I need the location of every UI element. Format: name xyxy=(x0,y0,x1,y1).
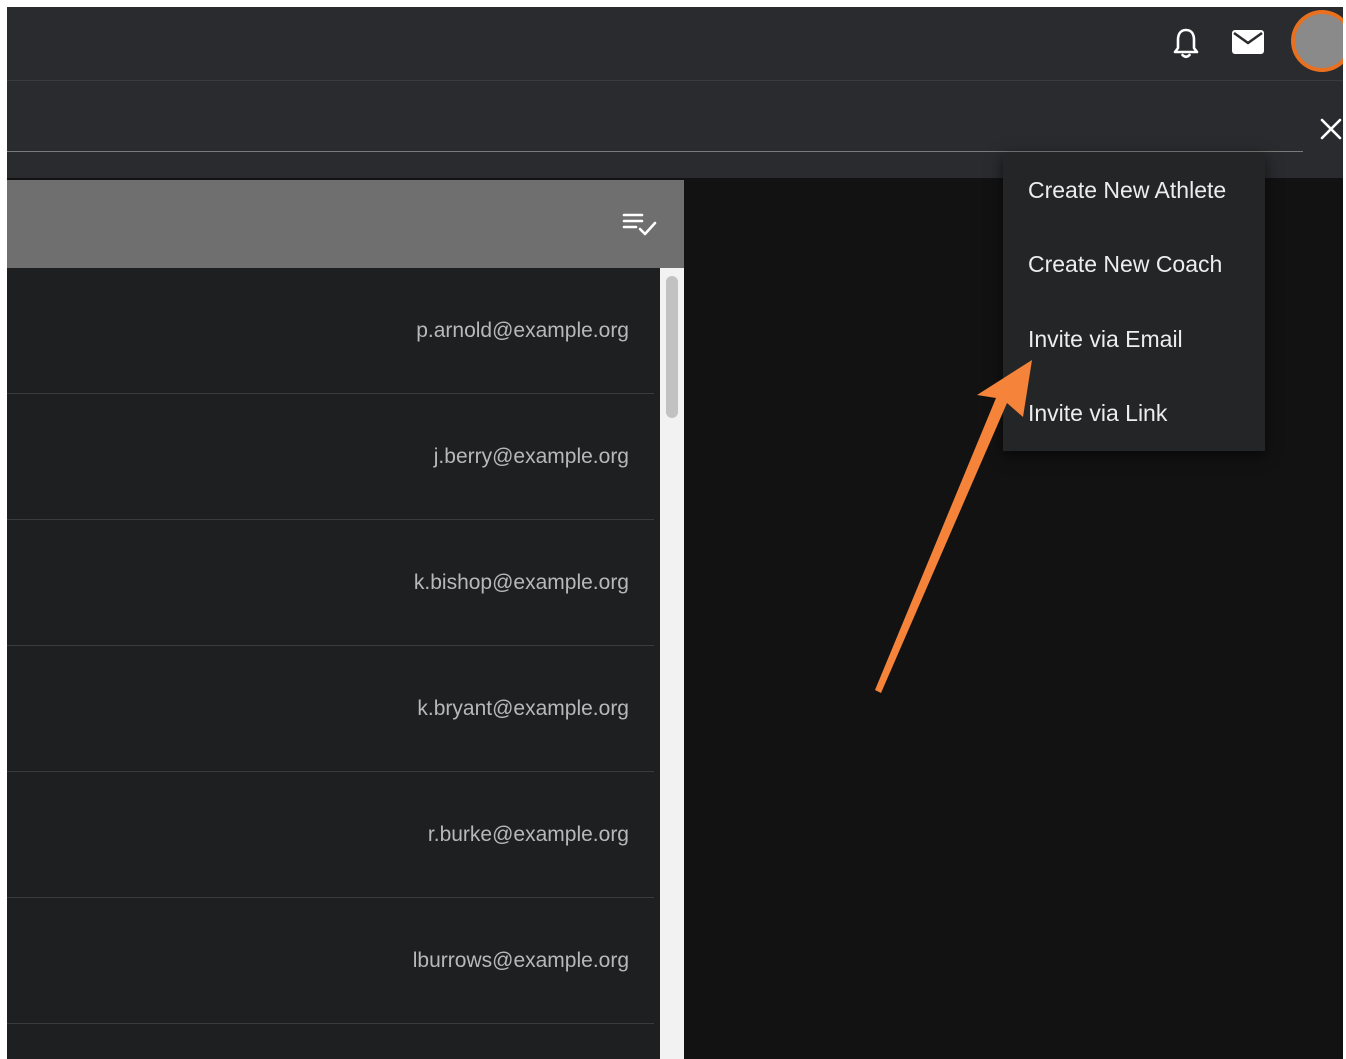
avatar[interactable] xyxy=(1295,14,1343,68)
top-app-bar xyxy=(7,7,1343,81)
user-email: lburrows@example.org xyxy=(412,948,629,972)
user-email: r.burke@example.org xyxy=(427,822,629,846)
user-email: k.bishop@example.org xyxy=(413,570,629,594)
scrollbar-thumb[interactable] xyxy=(666,276,678,418)
menu-item-create-coach[interactable]: Create New Coach xyxy=(1003,228,1265,303)
list-item[interactable]: p.arnold@example.org xyxy=(7,268,654,394)
list-item[interactable]: k.bryant@example.org xyxy=(7,646,654,772)
mail-icon[interactable] xyxy=(1231,29,1265,55)
list-item[interactable]: r.burke@example.org xyxy=(7,772,654,898)
checklist-icon[interactable] xyxy=(622,210,658,238)
user-email: k.bryant@example.org xyxy=(417,696,629,720)
scrollbar-track[interactable] xyxy=(660,268,684,1059)
user-email: p.arnold@example.org xyxy=(416,318,629,342)
menu-item-invite-email[interactable]: Invite via Email xyxy=(1003,302,1265,377)
list-item[interactable]: k.bishop@example.org xyxy=(7,520,654,646)
bell-icon[interactable] xyxy=(1172,27,1200,59)
user-list-panel: p.arnold@example.org j.berry@example.org… xyxy=(7,180,684,1059)
list-header xyxy=(7,180,684,268)
user-email: j.berry@example.org xyxy=(433,444,629,468)
menu-item-create-athlete[interactable]: Create New Athlete xyxy=(1003,153,1265,228)
list-item[interactable]: lburrows@example.org xyxy=(7,898,654,1024)
close-icon[interactable] xyxy=(1319,117,1343,141)
menu-item-invite-link[interactable]: Invite via Link xyxy=(1003,377,1265,452)
search-input[interactable] xyxy=(7,111,1303,152)
list-item[interactable]: j.berry@example.org xyxy=(7,394,654,520)
add-user-menu: Create New Athlete Create New Coach Invi… xyxy=(1003,153,1265,451)
app-window: p.arnold@example.org j.berry@example.org… xyxy=(7,7,1343,1059)
user-list: p.arnold@example.org j.berry@example.org… xyxy=(7,268,654,1024)
